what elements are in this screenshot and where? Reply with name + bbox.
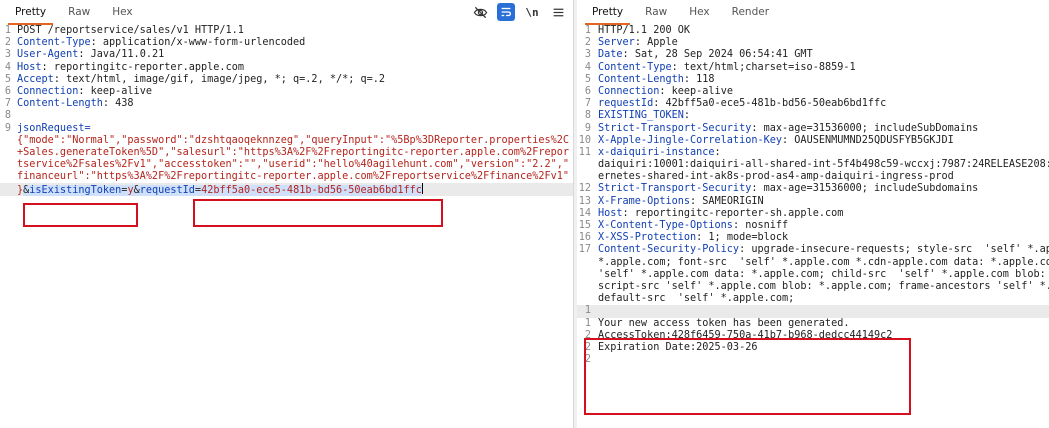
code-line: 10 X-Apple-Jingle-Correlation-Key: OAUSEN… — [578, 134, 954, 146]
code-line: 1 — [577, 305, 1049, 318]
response-tab-raw[interactable]: Raw — [638, 6, 674, 25]
response-tab-render[interactable]: Render — [725, 6, 776, 25]
code-line: 7 requestId: 42bff5a0-ece5-481b-bd56-50ea… — [584, 98, 887, 110]
code-line: 6 Connection: keep-alive — [4, 85, 152, 97]
code-line: 1 POST /reportservice/sales/v1 HTTP/1.1 — [4, 25, 244, 36]
code-line: 12 Strict-Transport-Security: max-age=315… — [578, 183, 979, 195]
param-requestId-value: 42bff5a0-ece5-481b-bd56-50eab6bd1ffc — [201, 185, 422, 197]
request-toolbar: \n — [471, 3, 567, 21]
response-body-message: Your new access token has been generated… — [598, 317, 850, 329]
code-line: *.apple.com; font-src 'self' *.apple.com… — [598, 256, 1049, 268]
code-line: 1 Your new access token has been generate… — [584, 317, 850, 329]
request-tab-pretty[interactable]: Pretty — [8, 6, 54, 25]
param-requestId-key: requestId — [139, 185, 195, 197]
param-isExistingToken-key: isExistingToken — [29, 185, 122, 197]
code-line: 2 — [584, 354, 591, 366]
code-line: financeurl":"https%3A%2F%2Freportingitc-… — [17, 171, 570, 183]
code-line: 4 Content-Type: text/html;charset=iso-885… — [584, 61, 856, 73]
code-line: 2 Expiration Date:2025-03-26 — [584, 341, 758, 353]
response-tab-hex[interactable]: Hex — [682, 6, 716, 25]
code-line: 2 Server: Apple — [584, 37, 678, 49]
newline-icon[interactable]: \n — [523, 3, 541, 21]
code-line: 17 Content-Security-Policy: upgrade-insec… — [578, 244, 1049, 256]
code-line: 9 jsonRequest= — [4, 122, 91, 134]
code-line: 8 EXISTING_TOKEN: — [584, 110, 691, 122]
response-expiration-date: Expiration Date:2025-03-26 — [598, 341, 758, 353]
request-tab-hex[interactable]: Hex — [105, 6, 139, 25]
code-line: 8 — [4, 110, 11, 122]
response-pane: Pretty Raw Hex Render 1 HTTP/1.1 200 OK 2… — [577, 0, 1049, 428]
code-line: 15 X-Content-Type-Options: nosniff — [578, 220, 789, 231]
wrap-lines-icon[interactable] — [497, 3, 515, 21]
response-tab-pretty[interactable]: Pretty — [585, 6, 631, 25]
code-line: ernetes-shared-int-ak8s-prod-as4-amp-dai… — [598, 171, 954, 183]
code-line: 14 Host: reportingitc-reporter-sh.apple.c… — [578, 207, 844, 219]
response-access-token: AccessToken:428f6459-750a-41b7-b968-dedc… — [598, 329, 893, 341]
request-tab-raw[interactable]: Raw — [61, 6, 97, 25]
code-line: 1 HTTP/1.1 200 OK — [584, 25, 691, 36]
code-line: 5 Accept: text/html, image/gif, image/jpe… — [4, 73, 386, 85]
code-line: default-src 'self' *.apple.com; — [598, 293, 795, 305]
code-line: 4 Host: reportingitc-reporter.apple.com — [4, 61, 244, 73]
code-line: 13 X-Frame-Options: SAMEORIGIN — [578, 195, 764, 207]
code-line: 7 Content-Length: 438 — [4, 98, 134, 110]
code-line: 5 Content-Length: 118 — [584, 73, 715, 85]
code-line-current: }&isExistingToken=y&requestId=42bff5a0-e… — [0, 183, 573, 197]
code-line: +Sales.generateToken%5D","salesurl":"htt… — [17, 146, 570, 158]
code-line: 3 User-Agent: Java/11.0.21 — [4, 49, 165, 61]
code-line: 16 X-XSS-Protection: 1; mode=block — [578, 232, 789, 244]
code-line: tservice%2Fsales%2Fv1","accesstoken":"",… — [17, 159, 570, 171]
text-caret — [421, 183, 423, 195]
code-line: 2 Content-Type: application/x-www-form-ur… — [4, 37, 306, 49]
request-pane: Pretty Raw Hex \n 1 POST /reportservice/s… — [0, 0, 574, 428]
response-editor[interactable]: 1 HTTP/1.1 200 OK 2 Server: Apple 3 Date: S… — [577, 25, 1049, 428]
request-editor[interactable]: 1 POST /reportservice/sales/v1 HTTP/1.1 2… — [0, 25, 573, 428]
code-line: 2 AccessToken:428f6459-750a-41b7-b968-ded… — [584, 329, 893, 341]
eye-slash-icon[interactable] — [471, 3, 489, 21]
code-line: script-src 'self' *.apple.com blob: *.ap… — [598, 280, 1049, 292]
code-line: 9 Strict-Transport-Security: max-age=3153… — [584, 122, 979, 134]
code-line: 6 Connection: keep-alive — [584, 85, 733, 97]
response-tabbar: Pretty Raw Hex Render — [577, 0, 1049, 25]
code-line: {"mode":"Normal","password":"dzshtqaoqek… — [17, 134, 570, 146]
code-line: daiquiri:10001:daiquiri-all-shared-int-5… — [598, 159, 1049, 171]
code-line: 'self' *.apple.com data: *.apple.com; ch… — [598, 268, 1046, 280]
code-line: 11 x-daiquiri-instance: — [578, 146, 721, 158]
code-line: 3 Date: Sat, 28 Sep 2024 06:54:41 GMT — [584, 49, 813, 61]
hamburger-menu-icon[interactable] — [549, 3, 567, 21]
